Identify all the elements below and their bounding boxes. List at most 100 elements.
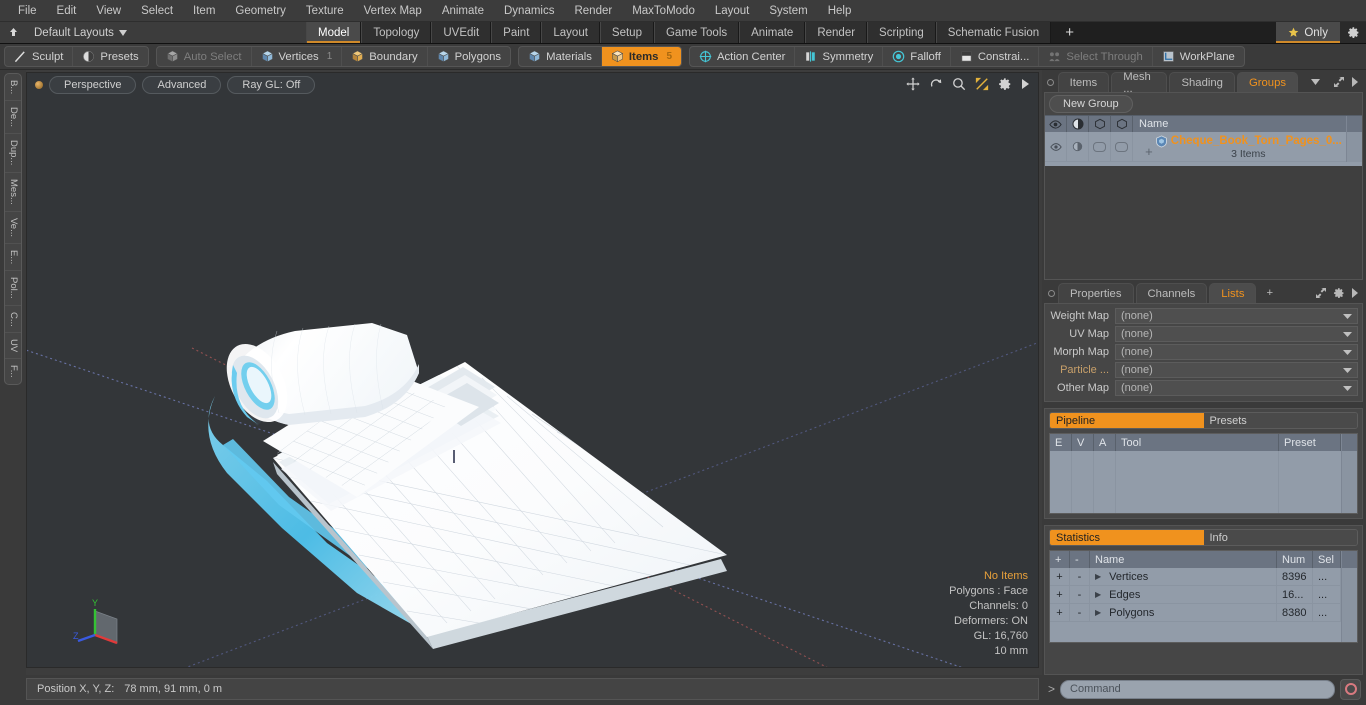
expand-icon[interactable] [1333,76,1345,88]
3d-viewport[interactable]: Perspective Advanced Ray GL: Off No Item… [26,72,1039,668]
tab-model[interactable]: Model [306,22,362,43]
row-expander[interactable]: + [1145,144,1153,159]
shading-icon[interactable] [1067,115,1089,133]
cube-outline-icon[interactable] [1089,115,1111,133]
toolbar-workplane[interactable]: WorkPlane [1153,47,1244,66]
left-tab-ve[interactable]: Ve... [5,212,21,244]
menu-item-animate[interactable]: Animate [432,0,494,22]
gear-icon[interactable] [1340,22,1366,43]
new-group-button[interactable]: New Group [1049,95,1133,113]
toolbar-select-through[interactable]: Select Through [1039,47,1153,66]
left-tab-b[interactable]: B... [5,74,21,102]
chevron-down-icon[interactable] [1343,385,1352,391]
tab-layout[interactable]: Layout [541,22,600,43]
menu-item-vertex-map[interactable]: Vertex Map [354,0,432,22]
left-tab-dup[interactable]: Dup... [5,134,21,173]
menu-item-dynamics[interactable]: Dynamics [494,0,564,22]
chevron-down-icon[interactable] [1343,313,1352,319]
play-icon[interactable] [1351,288,1359,298]
left-tab-e[interactable]: E... [5,244,21,271]
pipeline-toggle-pipeline[interactable]: Pipeline [1050,413,1204,428]
toolbar-items[interactable]: Items 5 [601,47,681,66]
rotate-icon[interactable] [929,77,943,91]
lists-pin-icon[interactable] [1044,283,1058,303]
tab-game-tools[interactable]: Game Tools [653,22,740,43]
list-row-dropdown[interactable]: (none) [1115,326,1358,342]
layout-selector[interactable]: Default Layouts [26,22,306,43]
tab-topology[interactable]: Topology [361,22,432,43]
table-row[interactable]: + - ▶ Edges 16...... [1050,585,1341,604]
list-row-dropdown[interactable]: (none) [1115,308,1358,324]
toolbar-polygons[interactable]: Polygons [428,47,510,66]
toolbar-sculpt[interactable]: Sculpt [5,47,74,66]
menu-item-file[interactable]: File [8,0,47,22]
left-tab-de[interactable]: De... [5,101,21,135]
list-row-dropdown[interactable]: (none) [1115,344,1358,360]
left-tab-mes[interactable]: Mes... [5,173,21,212]
record-icon[interactable] [1340,678,1361,700]
row-toggle-1[interactable] [1089,132,1111,161]
play-icon[interactable] [1351,77,1359,87]
stat-remove-button[interactable]: - [1070,585,1090,604]
stat-expander-icon[interactable]: ▶ [1095,572,1101,581]
lists-add-tab-button[interactable]: + [1258,283,1281,303]
table-row[interactable]: + - ▶ Polygons 8380... [1050,603,1341,622]
viewport-raygl-button[interactable]: Ray GL: Off [227,76,316,94]
pipeline-scrollbar[interactable] [1341,451,1357,513]
fit-icon[interactable] [975,77,989,91]
panel-tab-items[interactable]: Items [1057,72,1110,92]
toolbar-auto-select[interactable]: Auto Select [157,47,252,66]
groups-scrollbar[interactable] [1346,132,1362,162]
table-row[interactable]: + Cheque_Book_Torn_Pages_0... 3 Items [1045,132,1362,162]
panel-tab-mesh[interactable]: Mesh ... [1111,71,1168,95]
pipeline-toggle-presets[interactable]: Presets [1203,413,1357,428]
viewport-perspective-button[interactable]: Perspective [49,76,137,94]
stat-expander-icon[interactable]: ▶ [1095,590,1101,599]
toolbar-presets[interactable]: Presets [73,47,147,66]
left-tab-f[interactable]: F... [5,359,21,384]
panel-tab-groups[interactable]: Groups [1236,72,1298,92]
panel-pin-icon[interactable] [1044,72,1058,92]
chevron-down-icon[interactable] [1343,349,1352,355]
cube-outline-icon-2[interactable] [1111,115,1133,133]
menu-item-edit[interactable]: Edit [47,0,87,22]
home-arrow-icon[interactable] [0,22,26,43]
menu-item-view[interactable]: View [86,0,131,22]
eye-icon[interactable] [1045,115,1067,133]
list-row-dropdown[interactable]: (none) [1115,362,1358,378]
toolbar-constrai[interactable]: Constrai... [951,47,1040,66]
statistics-scrollbar[interactable] [1341,568,1357,642]
toolbar-action-center[interactable]: Action Center [690,47,796,66]
toolbar-falloff[interactable]: Falloff [883,47,951,66]
toolbar-boundary[interactable]: Boundary [342,47,428,66]
stat-add-button[interactable]: + [1050,585,1070,604]
toolbar-materials[interactable]: Materials [519,47,602,66]
toolbar-symmetry[interactable]: Symmetry [795,47,884,66]
tab-paint[interactable]: Paint [491,22,542,43]
menu-item-geometry[interactable]: Geometry [225,0,296,22]
only-button[interactable]: Only [1276,22,1340,43]
tab-uvedit[interactable]: UVEdit [431,22,492,43]
menu-item-item[interactable]: Item [183,0,225,22]
statistics-toggle-statistics[interactable]: Statistics [1050,530,1204,545]
viewport-shading-button[interactable]: Advanced [142,76,222,94]
groups-dropdown-button[interactable] [1300,72,1331,92]
row-toggle-2[interactable] [1111,132,1133,161]
group-item-cell[interactable]: + Cheque_Book_Torn_Pages_0... 3 Items [1133,132,1346,161]
pipeline-table-body[interactable] [1050,451,1357,513]
lists-tab-channels[interactable]: Channels [1135,283,1208,303]
add-tab-button[interactable]: + [1051,22,1088,43]
menu-item-render[interactable]: Render [564,0,622,22]
list-row-dropdown[interactable]: (none) [1115,380,1358,396]
table-row[interactable]: + - ▶ Vertices 8396... [1050,567,1341,586]
lists-tab-lists[interactable]: Lists [1209,283,1257,303]
tab-render[interactable]: Render [805,22,868,43]
zoom-icon[interactable] [952,77,966,91]
menu-item-layout[interactable]: Layout [705,0,760,22]
left-tab-c[interactable]: C... [5,306,21,334]
statistics-toggle-info[interactable]: Info [1203,530,1357,545]
stat-expander-icon[interactable]: ▶ [1095,608,1101,617]
row-eye-icon[interactable] [1045,132,1067,161]
expand-icon[interactable] [1315,287,1327,299]
chevron-down-icon[interactable] [1343,367,1352,373]
